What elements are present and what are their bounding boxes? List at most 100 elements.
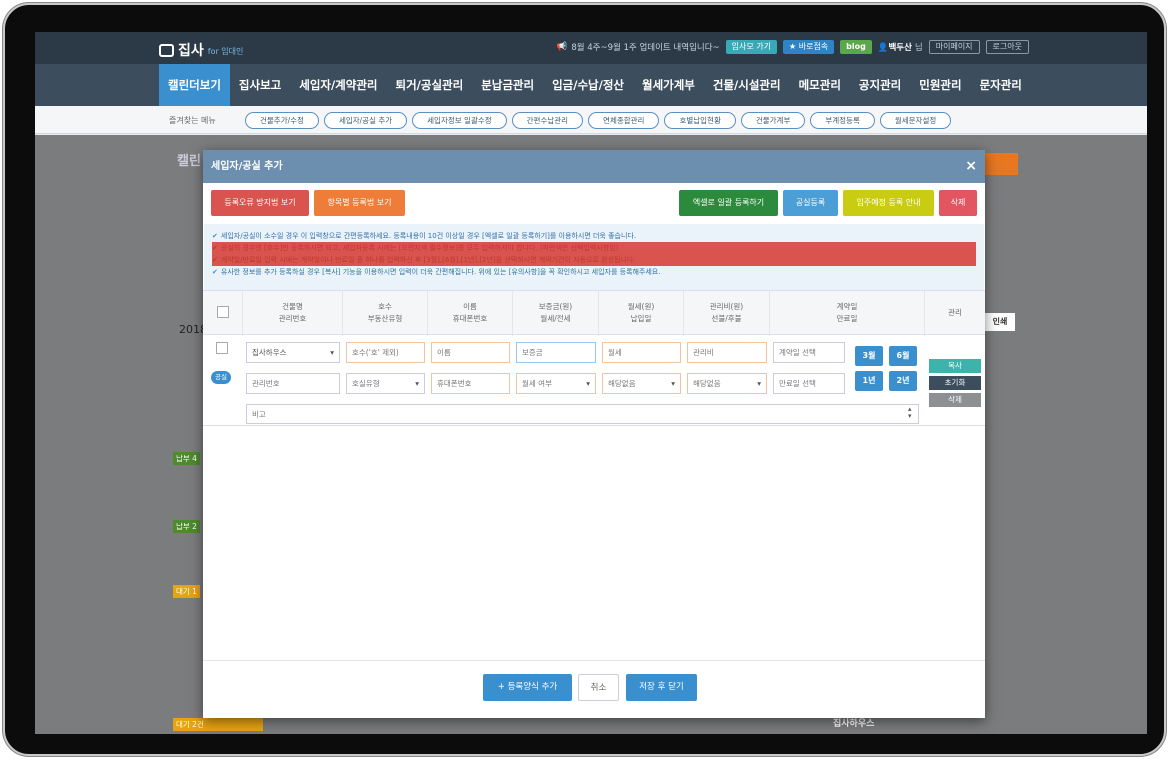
app-logo[interactable]: 집사 for 임대인 [159, 40, 243, 60]
device-frame: 집사 for 임대인 📢 8월 4주~9월 1주 업데이트 내역입니다~ 임사모… [3, 3, 1166, 756]
favorites-bar: 즐겨찾는 메뉴 건물추가/수정 세입자/공실 추가 세입자정보 일괄수정 간편수… [35, 106, 1147, 134]
save-close-button[interactable]: 저장 후 닫기 [626, 674, 697, 701]
vacancy-register-button[interactable]: 공실등록 [783, 190, 838, 216]
screen: 집사 for 임대인 📢 8월 4주~9월 1주 업데이트 내역입니다~ 임사모… [35, 32, 1147, 734]
unit-input[interactable]: 호수('호' 제외) [346, 342, 425, 363]
col-contract: 계약일 만료일 [770, 291, 925, 336]
table-header: 건물명 관리번호 호수 부동산유형 이름 휴대폰번호 보증금(원) 월세/전세 월세(원… [203, 290, 985, 336]
select-all-cell [203, 291, 243, 336]
move-in-guide-button[interactable]: 입주예정 등록 안내 [843, 190, 934, 216]
nav-tenant[interactable]: 세입자/계약관리 [290, 64, 386, 106]
add-tenant-modal: 세입자/공실 추가 × 등록오류 방지법 보기 항목별 등록법 보기 엑셀로 일… [203, 150, 985, 718]
col-name: 이름 휴대폰번호 [428, 291, 513, 336]
delete-button[interactable]: 삭제 [939, 190, 977, 216]
col-unit: 호수 부동산유형 [343, 291, 428, 336]
logo-text: 집사 [178, 43, 204, 59]
select-all-checkbox[interactable] [216, 306, 229, 318]
rent-input[interactable]: 월세 [602, 342, 681, 363]
pay-day-select[interactable]: 해당없음 [602, 373, 681, 394]
quick-access-button[interactable]: ★ 바로접속 [783, 40, 835, 54]
nav-ledger[interactable]: 월세가계부 [633, 64, 704, 106]
delete-row-button[interactable]: 삭제 [929, 393, 981, 407]
user-icon: 👤 [877, 43, 889, 53]
item-tip-button[interactable]: 항목별 등록법 보기 [314, 190, 405, 216]
name-input[interactable]: 이름 [431, 342, 510, 363]
nav-calendar[interactable]: 캘린더보기 [159, 64, 230, 106]
jipsamo-button[interactable]: 임사모 가기 [725, 40, 778, 54]
property-type-select[interactable]: 호실유형 [346, 373, 425, 394]
nav-sms[interactable]: 문자관리 [971, 64, 1031, 106]
nav-report[interactable]: 집사보고 [230, 64, 290, 106]
add-form-button[interactable]: + 등록양식 추가 [483, 674, 572, 701]
favorites-label: 즐겨찾는 메뉴 [169, 116, 216, 125]
mgmt-no-input[interactable]: 관리번호 [246, 373, 340, 394]
building-select[interactable]: 집사하우스 [246, 342, 340, 363]
fav-subaccount[interactable]: 부계정등록 [810, 112, 875, 129]
modal-toolbar: 등록오류 방지법 보기 항목별 등록법 보기 엑셀로 일괄 등록하기 공실등록 … [211, 190, 977, 216]
nav-notice[interactable]: 공지관리 [850, 64, 910, 106]
user-name: 👤백두산 님 [877, 43, 923, 53]
memo-input[interactable]: 비고 [246, 404, 919, 424]
logo-sub: for 임대인 [207, 47, 244, 56]
col-building: 건물명 관리번호 [243, 291, 343, 336]
blog-button[interactable]: blog [840, 40, 872, 54]
nav-complaint[interactable]: 민원관리 [910, 64, 970, 106]
error-tip-button[interactable]: 등록오류 방지법 보기 [211, 190, 309, 216]
vacancy-badge: 공실 [211, 371, 231, 384]
fav-rent-sms[interactable]: 월세문자설정 [879, 112, 952, 129]
period-1y-button[interactable]: 1년 [855, 371, 883, 391]
excel-upload-button[interactable]: 엑셀로 일괄 등록하기 [679, 190, 778, 216]
fav-building-edit[interactable]: 건물추가/수정 [245, 112, 319, 129]
house-icon [159, 43, 174, 57]
contract-date-input[interactable]: 계약일 선택 [773, 342, 845, 363]
bg-orange-button [985, 153, 1018, 175]
fav-ledger[interactable]: 건물가계부 [740, 112, 806, 129]
reset-row-button[interactable]: 초기화 [929, 376, 981, 390]
copy-row-button[interactable]: 복사 [929, 359, 981, 373]
nav-building[interactable]: 건물/시설관리 [704, 64, 790, 106]
nav-vacancy[interactable]: 퇴거/공실관리 [387, 64, 473, 106]
nav-memo[interactable]: 메모관리 [790, 64, 850, 106]
update-notice[interactable]: 📢 8월 4주~9월 1주 업데이트 내역입니다~ [557, 41, 720, 53]
col-fee: 관리비(원) 선불/후불 [684, 291, 770, 336]
nav-installment[interactable]: 분납금관리 [472, 64, 543, 106]
rent-type-select[interactable]: 월세 여부 [516, 373, 596, 394]
modal-header: 세입자/공실 추가 × [203, 150, 985, 183]
top-header: 집사 for 임대인 📢 8월 4주~9월 1주 업데이트 내역입니다~ 임사모… [35, 32, 1147, 64]
fav-unit-status[interactable]: 호별납입현황 [664, 112, 736, 129]
notice-text: 8월 4주~9월 1주 업데이트 내역입니다~ [571, 43, 720, 53]
phone-input[interactable]: 휴대폰번호 [431, 373, 510, 394]
mypage-button[interactable]: 마이페이지 [928, 40, 980, 54]
expire-date-input[interactable]: 만료일 선택 [773, 373, 845, 394]
notice-box: ✔ 세입자/공실이 소수일 경우 이 입력창으로 간편등록하세요. 등록내용이 1… [204, 224, 984, 290]
col-rent: 월세(원) 납입일 [599, 291, 684, 336]
note-line: ✔ 공실의 경우엔 [호수]만 등록하시면 되고, 세입자등록 시에는 [오렌지색… [212, 242, 976, 254]
fav-overdue[interactable]: 연체종합관리 [588, 112, 660, 129]
nav-payment[interactable]: 입금/수납/정산 [543, 64, 633, 106]
period-3m-button[interactable]: 3월 [855, 346, 883, 366]
row-checkbox[interactable] [216, 342, 228, 354]
fee-type-select[interactable]: 해당없음 [687, 373, 767, 394]
modal-footer: + 등록양식 추가 취소 저장 후 닫기 [203, 660, 985, 718]
bg-tag: 대기 2건 [173, 718, 263, 731]
fav-tenant-bulk-edit[interactable]: 세입자정보 일괄수정 [412, 112, 507, 129]
bg-page-title: 캘린 [177, 154, 201, 169]
note-line: ✔ 세입자/공실이 소수일 경우 이 입력창으로 간편등록하세요. 등록내용이 1… [212, 232, 637, 240]
spinner-icon[interactable]: ▴ ▾ [908, 406, 912, 420]
cancel-button[interactable]: 취소 [578, 674, 619, 701]
bg-tag: 대기 1 [173, 585, 200, 598]
modal-title: 세입자/공실 추가 [211, 161, 283, 172]
deposit-input[interactable]: 보증금 [516, 342, 596, 363]
megaphone-icon: 📢 [556, 42, 568, 52]
period-6m-button[interactable]: 6월 [889, 346, 917, 366]
table-row: 공실 집사하우스 관리번호 호수('호' 제외) 호실유형 이름 휴대폰번호 보… [203, 336, 985, 426]
close-icon[interactable]: × [965, 150, 977, 183]
main-nav: 캘린더보기 집사보고 세입자/계약관리 퇴거/공실관리 분납금관리 입금/수납/… [35, 64, 1147, 106]
fee-input[interactable]: 관리비 [687, 342, 767, 363]
period-2y-button[interactable]: 2년 [889, 371, 917, 391]
bg-tag: 납부 2 [173, 520, 200, 533]
logout-button[interactable]: 로그아웃 [985, 40, 1029, 54]
fav-simple-payment[interactable]: 간편수납관리 [511, 112, 584, 129]
fav-tenant-add[interactable]: 세입자/공실 추가 [323, 112, 408, 129]
col-deposit: 보증금(원) 월세/전세 [513, 291, 599, 336]
